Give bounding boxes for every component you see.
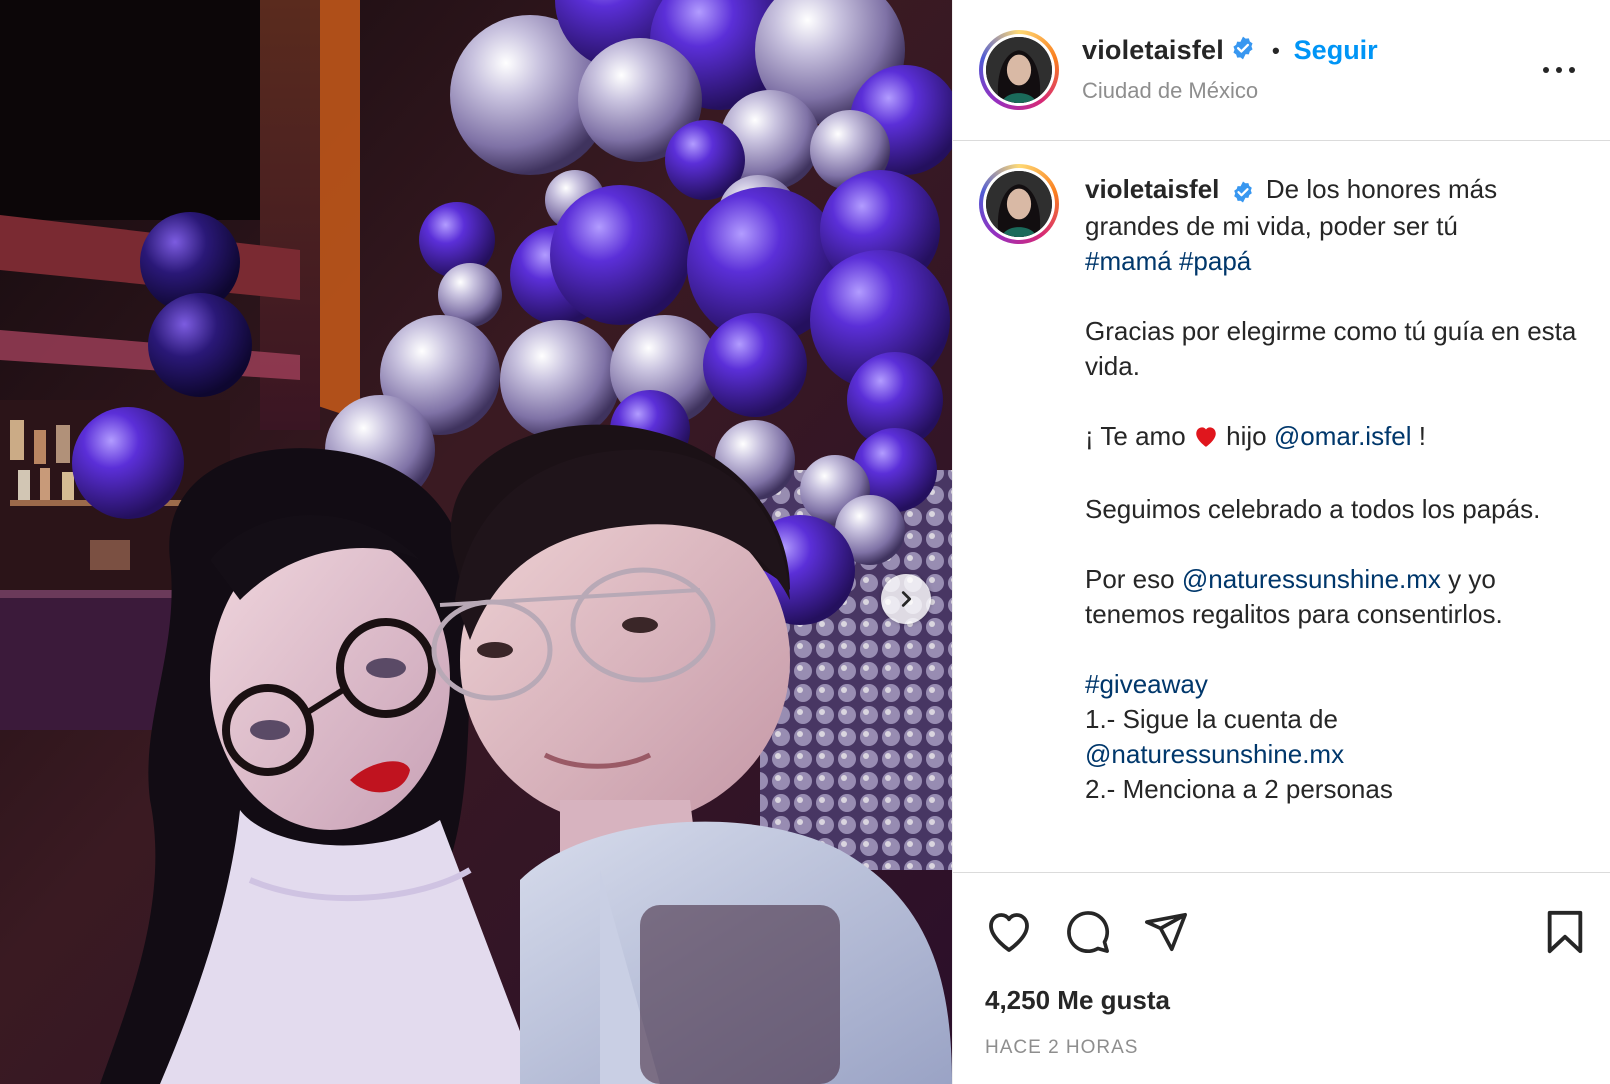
caption-paragraph: Seguimos celebrado a todos los papás. — [1085, 493, 1541, 524]
caption-section: violetaisfel De los honores más grandes … — [953, 142, 1610, 872]
avatar-photo — [986, 37, 1052, 103]
selfie-photo — [0, 0, 952, 1084]
caption-author-avatar[interactable] — [979, 164, 1059, 244]
chevron-right-icon — [901, 591, 912, 607]
author-username[interactable]: violetaisfel — [1082, 35, 1224, 66]
comment-icon[interactable] — [1065, 909, 1111, 960]
post-side-panel: violetaisfel • Seguir Ciudad de México v… — [952, 0, 1610, 1084]
red-heart-emoji — [1193, 422, 1219, 457]
post-location[interactable]: Ciudad de México — [1082, 78, 1258, 104]
caption-paragraph: Gracias por elegirme como tú guía en est… — [1085, 315, 1577, 381]
mention-link[interactable]: @naturessunshine.mx — [1182, 564, 1441, 594]
bookmark-icon[interactable] — [1545, 909, 1585, 960]
follow-button[interactable]: Seguir — [1294, 35, 1378, 66]
avatar-photo — [986, 171, 1052, 237]
hashtag-link[interactable]: #mamá — [1085, 246, 1172, 276]
caption-username[interactable]: violetaisfel — [1085, 174, 1219, 204]
heart-outline-icon[interactable] — [985, 909, 1033, 958]
post-photo[interactable] — [0, 0, 952, 1084]
post-header: violetaisfel • Seguir Ciudad de México — [953, 0, 1610, 141]
caption-step: 1.- Sigue la cuenta de — [1085, 703, 1338, 734]
author-avatar[interactable] — [979, 30, 1059, 110]
more-options-icon[interactable] — [1539, 56, 1579, 84]
mention-link[interactable]: @naturessunshine.mx — [1085, 739, 1344, 769]
caption-text-fragment: hijo — [1226, 420, 1267, 451]
verified-badge-icon — [1230, 35, 1256, 66]
hashtag-link[interactable]: #giveaway — [1085, 669, 1208, 699]
next-photo-button[interactable] — [881, 574, 931, 624]
post-timestamp[interactable]: HACE 2 HORAS — [985, 1037, 1138, 1059]
mention-link[interactable]: @omar.isfel — [1274, 421, 1412, 451]
caption-text-fragment: ¡ Te amo — [1085, 420, 1186, 451]
caption-text-fragment: ! — [1418, 420, 1426, 451]
likes-count[interactable]: 4,250 Me gusta — [985, 985, 1170, 1016]
caption-text-fragment: Por eso — [1085, 563, 1175, 594]
post-actions: 4,250 Me gusta HACE 2 HORAS — [953, 872, 1610, 1084]
caption-text: violetaisfel De los honores más grandes … — [1085, 172, 1585, 807]
verified-badge-icon — [1231, 174, 1255, 209]
separator-dot: • — [1271, 37, 1280, 63]
paper-plane-icon[interactable] — [1143, 909, 1189, 960]
caption-step: 2.- Menciona a 2 personas — [1085, 773, 1393, 804]
hashtag-link[interactable]: #papá — [1179, 246, 1251, 276]
